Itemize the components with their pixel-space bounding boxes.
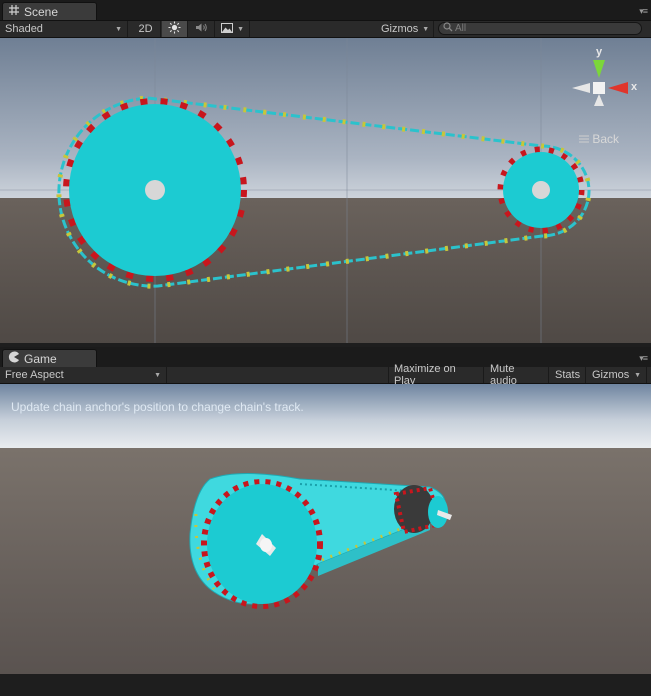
scene-lighting-toggle[interactable] xyxy=(162,21,188,37)
panel-menu-icon[interactable]: ▾≡ xyxy=(639,6,648,17)
game-viewport[interactable]: Update chain anchor's position to change… xyxy=(0,384,651,674)
shading-mode-dropdown[interactable]: Shaded ▼ xyxy=(0,21,128,37)
gizmo-x-label: x xyxy=(631,81,638,93)
small-sprocket-hub xyxy=(532,181,550,199)
scene-search-placeholder: All xyxy=(455,23,467,34)
game-toolbar: Free Aspect ▼ Maximize on Play Mute audi… xyxy=(0,363,651,387)
scene-toolbar: Shaded ▼ 2D ▼ Gizmos ▼ All xyxy=(0,21,651,38)
mute-audio-toggle[interactable]: Mute audio xyxy=(485,363,549,387)
mode-2d-toggle[interactable]: 2D xyxy=(131,21,161,37)
chevron-down-icon: ▼ xyxy=(237,25,244,33)
stats-toggle[interactable]: Stats xyxy=(550,367,586,383)
game-tabbar: Game ▾≡ xyxy=(0,347,651,368)
tab-game[interactable]: Game xyxy=(2,349,97,367)
scene-gizmos-dropdown[interactable]: Gizmos ▼ xyxy=(376,21,434,37)
gizmo-y-label: y xyxy=(596,46,603,58)
chevron-down-icon: ▼ xyxy=(154,371,161,379)
stats-label: Stats xyxy=(555,369,581,381)
scene-viewport[interactable]: y x Back xyxy=(0,38,651,343)
game-hint-text: Update chain anchor's position to change… xyxy=(11,400,304,414)
tab-game-label: Game xyxy=(24,351,57,366)
image-icon xyxy=(221,22,233,36)
tab-scene[interactable]: Scene xyxy=(2,2,97,20)
maximize-on-play-toggle[interactable]: Maximize on Play xyxy=(388,363,484,387)
sun-icon xyxy=(168,21,181,37)
panel-menu-icon[interactable]: ▾≡ xyxy=(639,353,648,364)
scene-search-input[interactable]: All xyxy=(438,22,642,35)
chevron-down-icon: ▼ xyxy=(115,25,122,33)
chevron-down-icon: ▼ xyxy=(634,371,641,379)
game-view-canvas xyxy=(0,384,651,674)
mode-2d-label: 2D xyxy=(138,23,153,35)
shading-mode-value: Shaded xyxy=(5,23,43,35)
aspect-dropdown[interactable]: Free Aspect ▼ xyxy=(0,367,167,383)
large-sprocket-hub xyxy=(145,180,165,200)
grid-icon xyxy=(8,4,20,19)
scene-audio-toggle[interactable] xyxy=(189,21,215,37)
aspect-value: Free Aspect xyxy=(5,369,64,381)
game-gizmos-label: Gizmos xyxy=(592,369,630,381)
search-icon xyxy=(443,22,453,35)
scene-effects-dropdown[interactable]: ▼ xyxy=(216,21,250,37)
game-gizmos-dropdown[interactable]: Gizmos ▼ xyxy=(587,367,647,383)
scene-gizmos-label: Gizmos xyxy=(381,23,419,35)
view-back-button[interactable]: Back xyxy=(579,132,619,146)
tab-scene-label: Scene xyxy=(24,4,59,19)
chevron-down-icon: ▼ xyxy=(422,25,430,33)
scene-view-canvas xyxy=(0,38,651,343)
gizmo-center-cube[interactable] xyxy=(593,82,605,94)
scene-tabbar: Scene ▾≡ xyxy=(0,0,651,21)
hamburger-icon xyxy=(579,135,590,143)
pacman-icon xyxy=(8,351,20,366)
speaker-icon xyxy=(195,22,208,36)
view-back-label: Back xyxy=(592,132,619,146)
